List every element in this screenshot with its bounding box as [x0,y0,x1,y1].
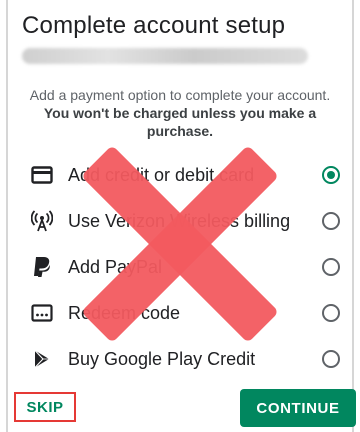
blurred-account-email [22,48,308,64]
payment-options-list: Add credit or debit card Use Verizon Wir… [0,152,360,382]
option-label: Add PayPal [68,256,163,277]
account-setup-screen: Complete account setup Add a payment opt… [0,0,360,432]
option-label: Use Verizon Wireless billing [68,210,291,231]
radio-redeem-code[interactable] [322,304,340,322]
cell-tower-icon [30,209,54,233]
dialog-title: Complete account setup [22,12,286,39]
skip-button[interactable]: SKIP [14,392,76,422]
radio-credit-card[interactable] [322,166,340,184]
option-label: Redeem code [68,302,181,323]
intro-message: Add a payment option to complete your ac… [14,86,346,140]
continue-button[interactable]: CONTINUE [240,389,356,427]
option-credit-card[interactable]: Add credit or debit card [0,152,360,198]
intro-bold-text: You won't be charged unless you make a p… [43,105,317,139]
credit-card-icon [30,163,54,187]
google-play-icon [30,347,54,371]
option-redeem-code[interactable]: Redeem code [0,290,360,336]
radio-carrier-billing[interactable] [322,212,340,230]
paypal-icon [30,255,54,279]
option-play-credit[interactable]: Buy Google Play Credit [0,336,360,382]
radio-play-credit[interactable] [322,350,340,368]
intro-text: Add a payment option to complete your ac… [29,87,331,103]
option-label: Buy Google Play Credit [68,348,256,369]
option-paypal[interactable]: Add PayPal [0,244,360,290]
redeem-code-icon [30,301,54,325]
radio-paypal[interactable] [322,258,340,276]
option-label: Add credit or debit card [68,164,255,185]
option-carrier-billing[interactable]: Use Verizon Wireless billing [0,198,360,244]
